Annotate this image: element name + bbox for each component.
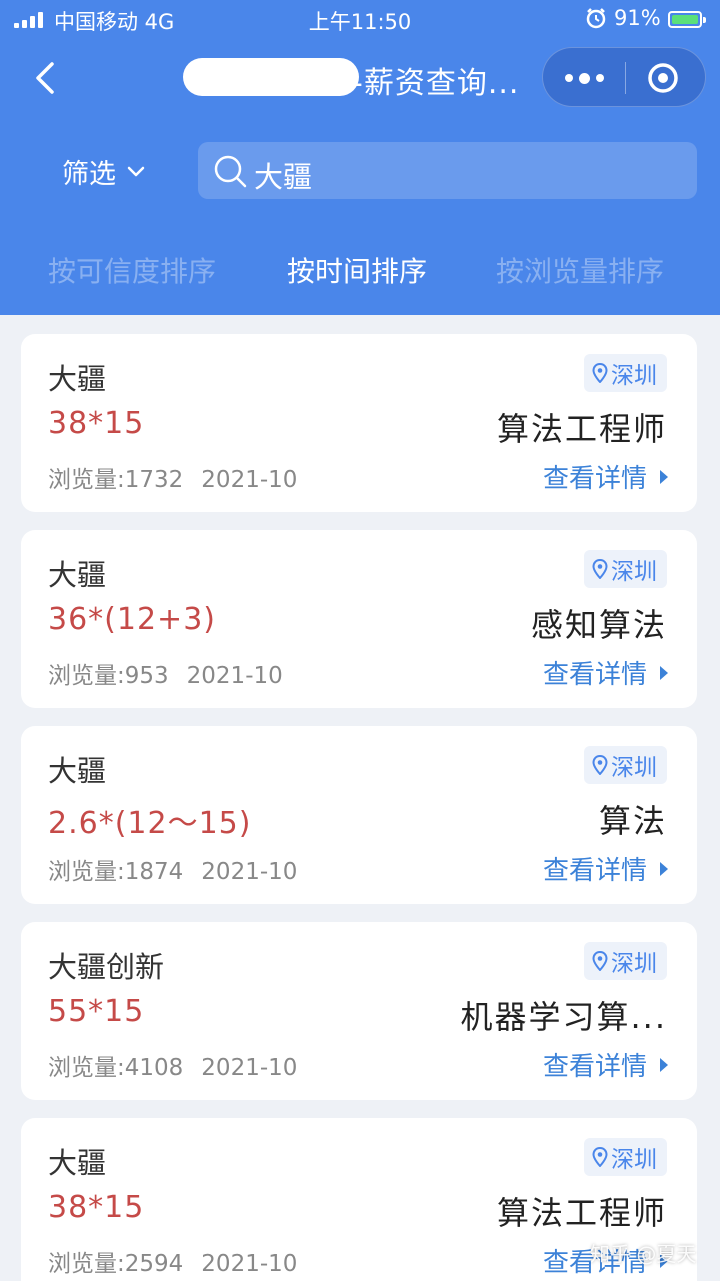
location-pin-icon bbox=[592, 363, 608, 383]
tab-sort-credibility[interactable]: 按可信度排序 bbox=[48, 250, 216, 290]
chevron-down-icon bbox=[127, 166, 145, 176]
location-pin-icon bbox=[592, 951, 608, 971]
view-detail-label: 查看详情 bbox=[542, 660, 647, 690]
search-input[interactable]: 大疆 bbox=[198, 142, 697, 199]
location-label: 深圳 bbox=[611, 1147, 657, 1173]
view-count: 浏览量:4108 bbox=[48, 1055, 184, 1081]
view-detail-link[interactable]: 查看详情 bbox=[543, 458, 669, 495]
card-meta: 浏览量:1732 2021-10 bbox=[48, 460, 297, 494]
battery-percent: 91% bbox=[614, 6, 661, 30]
view-detail-label: 查看详情 bbox=[542, 856, 647, 886]
view-detail-link[interactable]: 查看详情 bbox=[543, 1046, 669, 1083]
location-badge: 深圳 bbox=[584, 1138, 667, 1176]
card-meta: 浏览量:2594 2021-10 bbox=[48, 1244, 297, 1278]
job-title: 机器学习算... bbox=[460, 998, 667, 1036]
job-title: 感知算法 bbox=[530, 606, 667, 644]
salary-card[interactable]: 大疆 深圳 36*(12+3) 感知算法 浏览量:953 2021-10 查看详情 bbox=[21, 530, 697, 708]
location-badge: 深圳 bbox=[584, 550, 667, 588]
caret-right-icon bbox=[660, 665, 668, 680]
post-date: 2021-10 bbox=[201, 467, 298, 493]
view-count: 浏览量:1874 bbox=[48, 859, 184, 885]
card-meta: 浏览量:1874 2021-10 bbox=[48, 852, 297, 886]
clock: 上午11:50 bbox=[308, 10, 412, 34]
back-chevron-icon[interactable] bbox=[26, 56, 66, 100]
salary-value: 38*15 bbox=[48, 1190, 145, 1225]
tab-sort-views[interactable]: 按浏览量排序 bbox=[496, 250, 664, 290]
post-date: 2021-10 bbox=[201, 859, 298, 885]
company-name: 大疆创新 bbox=[48, 950, 165, 984]
caret-right-icon bbox=[660, 1057, 668, 1072]
search-query: 大疆 bbox=[254, 160, 313, 194]
sort-tabs: 按可信度排序 按时间排序 按浏览量排序 bbox=[0, 240, 720, 294]
salary-value: 55*15 bbox=[48, 994, 145, 1029]
company-name: 大疆 bbox=[48, 1146, 107, 1180]
view-detail-label: 查看详情 bbox=[542, 464, 647, 494]
location-pin-icon bbox=[592, 1147, 608, 1167]
location-label: 深圳 bbox=[611, 363, 657, 389]
view-detail-link[interactable]: 查看详情 bbox=[543, 654, 669, 691]
location-label: 深圳 bbox=[611, 559, 657, 585]
card-meta: 浏览量:4108 2021-10 bbox=[48, 1048, 297, 1082]
post-date: 2021-10 bbox=[201, 1251, 298, 1277]
app-header: 中国移动 4G 上午11:50 91% -薪资查询... 筛选 大疆 按可信度排… bbox=[0, 0, 720, 315]
company-name: 大疆 bbox=[48, 558, 107, 592]
company-name: 大疆 bbox=[48, 754, 107, 788]
view-count: 浏览量:953 bbox=[48, 663, 169, 689]
salary-card[interactable]: 大疆 深圳 38*15 算法工程师 浏览量:1732 2021-10 查看详情 bbox=[21, 334, 697, 512]
card-meta: 浏览量:953 2021-10 bbox=[48, 656, 283, 690]
filter-button[interactable]: 筛选 bbox=[62, 152, 146, 191]
target-close-icon[interactable] bbox=[647, 62, 679, 94]
job-title: 算法工程师 bbox=[496, 410, 667, 448]
salary-value: 36*(12+3) bbox=[48, 602, 216, 637]
watermark: 知乎 @夏天 bbox=[590, 1242, 697, 1266]
location-pin-icon bbox=[592, 559, 608, 579]
filter-label: 筛选 bbox=[62, 159, 116, 190]
alarm-icon bbox=[586, 8, 606, 29]
location-badge: 深圳 bbox=[584, 942, 667, 980]
job-title: 算法工程师 bbox=[496, 1194, 667, 1232]
view-detail-link[interactable]: 查看详情 bbox=[543, 850, 669, 887]
location-pin-icon bbox=[592, 755, 608, 775]
location-label: 深圳 bbox=[611, 951, 657, 977]
post-date: 2021-10 bbox=[201, 1055, 298, 1081]
salary-list: 大疆 深圳 38*15 算法工程师 浏览量:1732 2021-10 查看详情 大… bbox=[0, 315, 720, 1281]
job-title: 算法 bbox=[598, 802, 667, 840]
salary-card[interactable]: 大疆创新 深圳 55*15 机器学习算... 浏览量:4108 2021-10 查… bbox=[21, 922, 697, 1100]
salary-value: 2.6*(12～15) bbox=[48, 806, 252, 841]
location-badge: 深圳 bbox=[584, 746, 667, 784]
salary-card[interactable]: 大疆 深圳 2.6*(12～15) 算法 浏览量:1874 2021-10 查看详… bbox=[21, 726, 697, 904]
view-count: 浏览量:1732 bbox=[48, 467, 184, 493]
status-bar: 中国移动 4G 上午11:50 91% bbox=[0, 0, 720, 40]
capsule-divider bbox=[625, 62, 626, 94]
location-label: 深圳 bbox=[611, 755, 657, 781]
caret-right-icon bbox=[660, 469, 668, 484]
company-name: 大疆 bbox=[48, 362, 107, 396]
location-badge: 深圳 bbox=[584, 354, 667, 392]
more-dots-icon[interactable] bbox=[543, 48, 625, 108]
search-icon bbox=[214, 155, 247, 188]
battery-icon bbox=[668, 11, 706, 28]
post-date: 2021-10 bbox=[186, 663, 283, 689]
title-redaction bbox=[183, 58, 359, 96]
view-detail-label: 查看详情 bbox=[542, 1052, 647, 1082]
caret-right-icon bbox=[660, 861, 668, 876]
page-title: -薪资查询... bbox=[352, 66, 520, 101]
tab-sort-time[interactable]: 按时间排序 bbox=[287, 250, 427, 290]
view-count: 浏览量:2594 bbox=[48, 1251, 184, 1277]
mini-program-capsule bbox=[542, 47, 706, 107]
salary-value: 38*15 bbox=[48, 406, 145, 441]
